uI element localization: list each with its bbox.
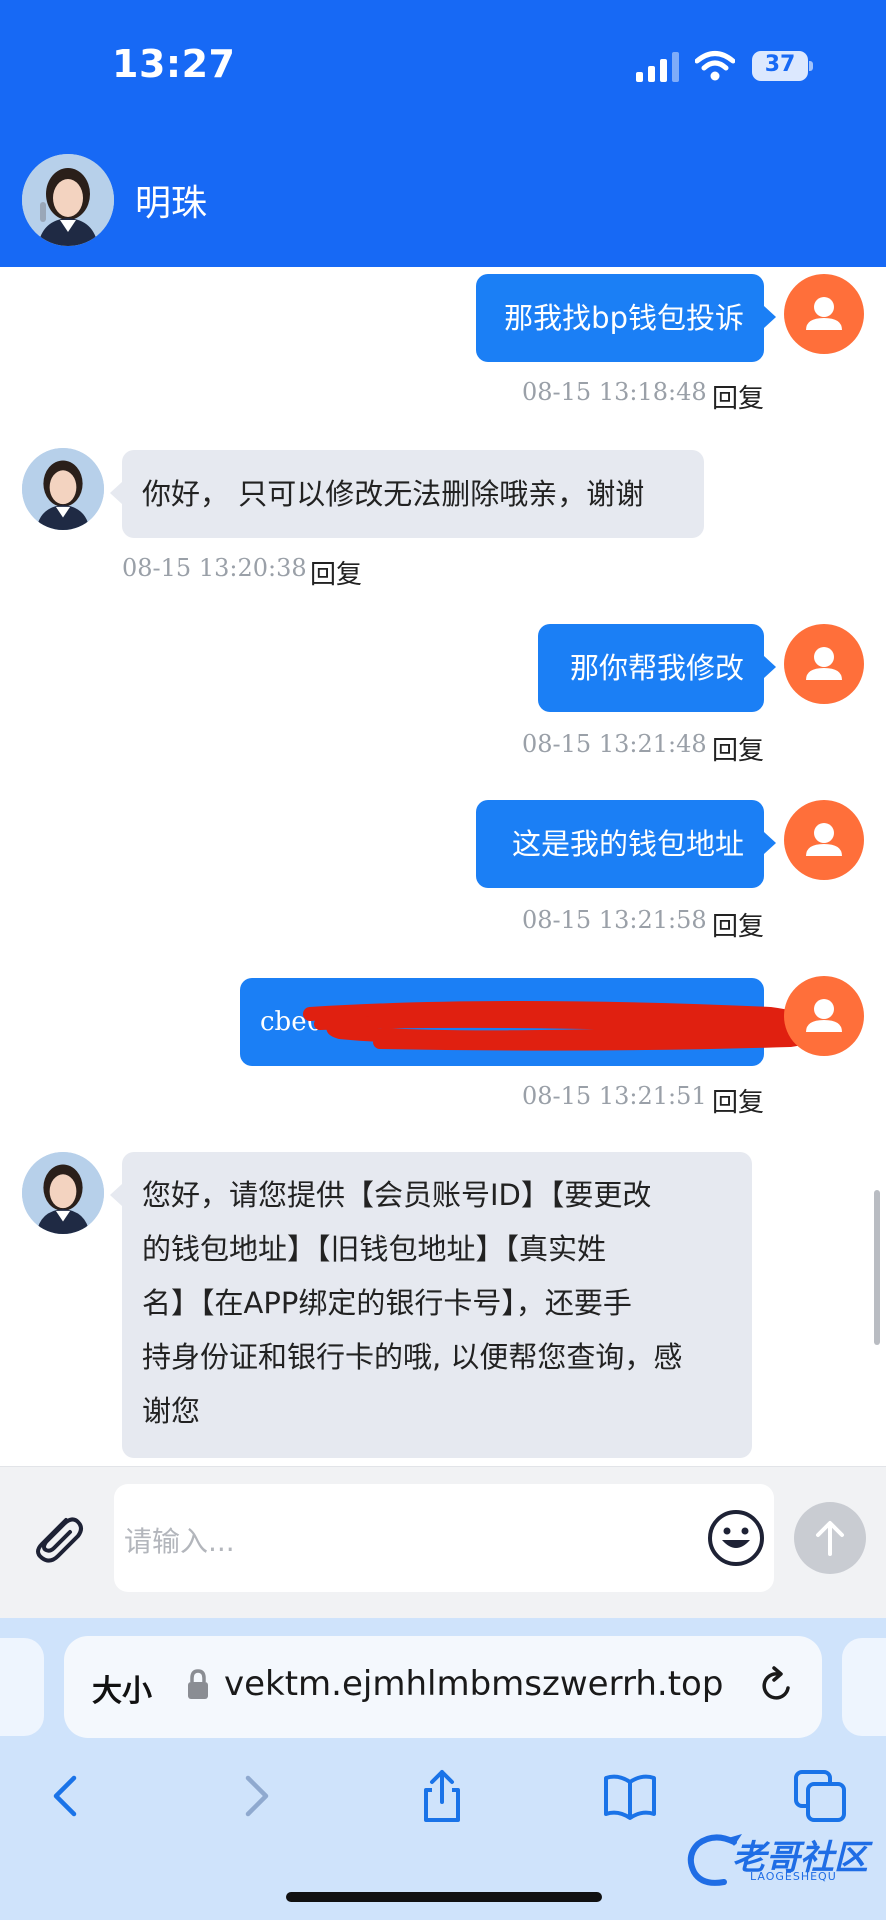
user-avatar[interactable] <box>784 976 864 1056</box>
next-tab[interactable] <box>842 1638 886 1736</box>
watermark-logo: 老哥社区 LAOGESHEQU <box>684 1830 874 1890</box>
battery-icon: 37 <box>752 51 813 81</box>
scrollbar[interactable] <box>874 1190 880 1345</box>
signal-icon <box>636 52 679 82</box>
message-bubble[interactable]: 你好， 只可以修改无法删除哦亲，谢谢 <box>110 450 704 538</box>
input-placeholder: 请输入... <box>124 1525 235 1558</box>
share-icon[interactable] <box>412 1766 472 1826</box>
reload-icon[interactable] <box>754 1664 798 1708</box>
message-time: 08-15 13:21:58 <box>522 906 707 934</box>
message-line: 您好，请您提供【会员账号ID】【要更改 <box>142 1178 652 1212</box>
message-time: 08-15 13:21:48 <box>522 730 707 758</box>
contact-name: 明珠 <box>135 183 208 224</box>
smile-icon[interactable] <box>706 1508 766 1568</box>
bookmarks-icon[interactable] <box>600 1766 660 1826</box>
lock-icon <box>188 1669 208 1699</box>
agent-avatar[interactable] <box>22 448 104 530</box>
tabs-icon[interactable] <box>790 1766 850 1826</box>
user-icon <box>806 999 842 1032</box>
address-bar[interactable]: 大小 vektm.ejmhlmbmszwerrh.top <box>64 1636 822 1738</box>
reply-button[interactable]: 回复 <box>712 906 764 943</box>
address-suffix: 5bc <box>260 1095 308 1125</box>
message-bubble[interactable]: 那我找bp钱包投诉 <box>476 274 776 362</box>
user-avatar[interactable] <box>784 800 864 880</box>
message-bubble[interactable]: 这是我的钱包地址 <box>476 800 776 888</box>
user-icon <box>806 297 842 330</box>
paperclip-icon[interactable] <box>26 1506 88 1568</box>
message-input[interactable]: 请输入... <box>114 1484 774 1592</box>
user-icon <box>806 647 842 680</box>
message-time: 08-15 13:20:38 <box>122 554 307 582</box>
reply-button[interactable]: 回复 <box>712 378 764 415</box>
status-time: 13:27 <box>112 42 236 86</box>
message-time: 08-15 13:18:48 <box>522 378 707 406</box>
message-line: 谢您 <box>142 1394 201 1428</box>
reply-button[interactable]: 回复 <box>310 554 362 591</box>
address-prefix: cbe0ed4 <box>260 1007 372 1037</box>
message-line: 的钱包地址】【旧钱包地址】【真实姓 <box>142 1232 607 1266</box>
message-bubble[interactable]: 那你帮我修改 <box>538 624 776 712</box>
chat-header: 13:27 37 明珠 <box>0 0 886 267</box>
watermark-subtext: LAOGESHEQU <box>750 1870 837 1883</box>
message-bubble[interactable]: 您好，请您提供【会员账号ID】【要更改 的钱包地址】【旧钱包地址】【真实姓 名】… <box>110 1152 752 1458</box>
message-time: 08-15 13:21:51 <box>522 1082 707 1110</box>
reply-button[interactable]: 回复 <box>712 1082 764 1119</box>
reply-button[interactable]: 回复 <box>712 730 764 767</box>
forward-icon[interactable] <box>226 1766 286 1826</box>
contact-avatar[interactable] <box>22 154 114 246</box>
user-avatar[interactable] <box>784 624 864 704</box>
user-avatar[interactable] <box>784 274 864 354</box>
user-icon <box>806 823 842 856</box>
url-text: vektm.ejmhlmbmszwerrh.top <box>224 1664 724 1704</box>
previous-tab[interactable] <box>0 1638 44 1736</box>
send-button[interactable] <box>794 1502 866 1574</box>
wifi-icon <box>695 51 735 81</box>
arrow-up-icon <box>816 1521 844 1556</box>
message-line: 名】【在APP绑定的银行卡号】，还要手 <box>142 1286 632 1320</box>
home-indicator[interactable] <box>286 1892 602 1902</box>
text-size-button[interactable]: 大小 <box>92 1666 152 1710</box>
battery-level: 37 <box>764 52 796 77</box>
wallet-address-bubble[interactable]: cbe0ed4 5bc <box>240 978 776 1125</box>
back-icon[interactable] <box>36 1766 96 1826</box>
message-line: 持身份证和银行卡的哦, 以便帮您查询，感 <box>142 1340 683 1374</box>
agent-avatar[interactable] <box>22 1152 104 1234</box>
